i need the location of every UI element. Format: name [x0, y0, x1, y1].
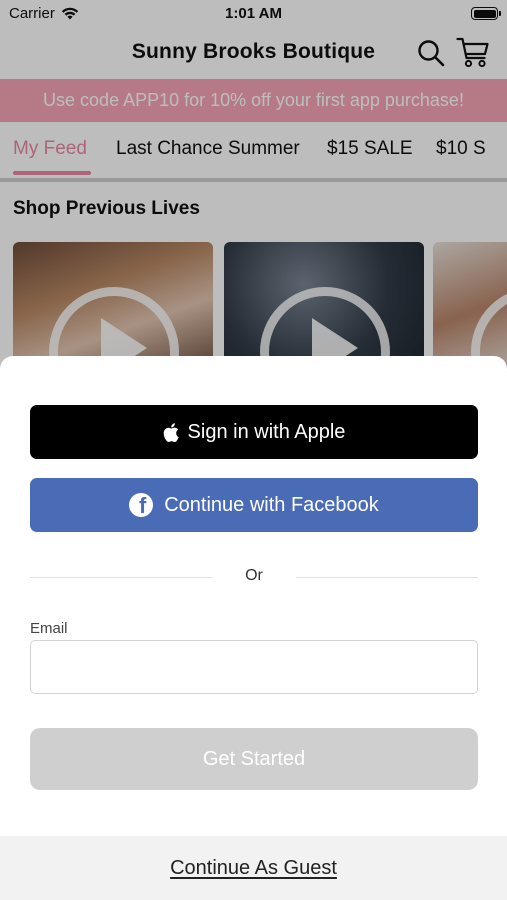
guest-bar: Continue As Guest	[0, 836, 507, 900]
get-started-button[interactable]: Get Started	[30, 728, 478, 790]
sign-in-with-apple-button[interactable]: Sign in with Apple	[30, 405, 478, 459]
divider-right	[296, 577, 478, 578]
facebook-button-label: Continue with Facebook	[164, 493, 379, 516]
apple-button-label: Sign in with Apple	[187, 420, 346, 443]
email-field[interactable]	[30, 640, 478, 694]
apple-logo-icon	[163, 422, 179, 442]
continue-as-guest-link[interactable]: Continue As Guest	[170, 857, 337, 880]
sign-in-sheet: Sign in with Apple f Continue with Faceb…	[0, 356, 507, 900]
facebook-f-glyph: f	[139, 493, 147, 517]
continue-with-facebook-button[interactable]: f Continue with Facebook	[30, 478, 478, 532]
facebook-logo-icon: f	[129, 493, 154, 517]
or-separator: Or	[245, 567, 263, 584]
email-label: Email	[30, 620, 68, 637]
divider-left	[30, 577, 212, 578]
